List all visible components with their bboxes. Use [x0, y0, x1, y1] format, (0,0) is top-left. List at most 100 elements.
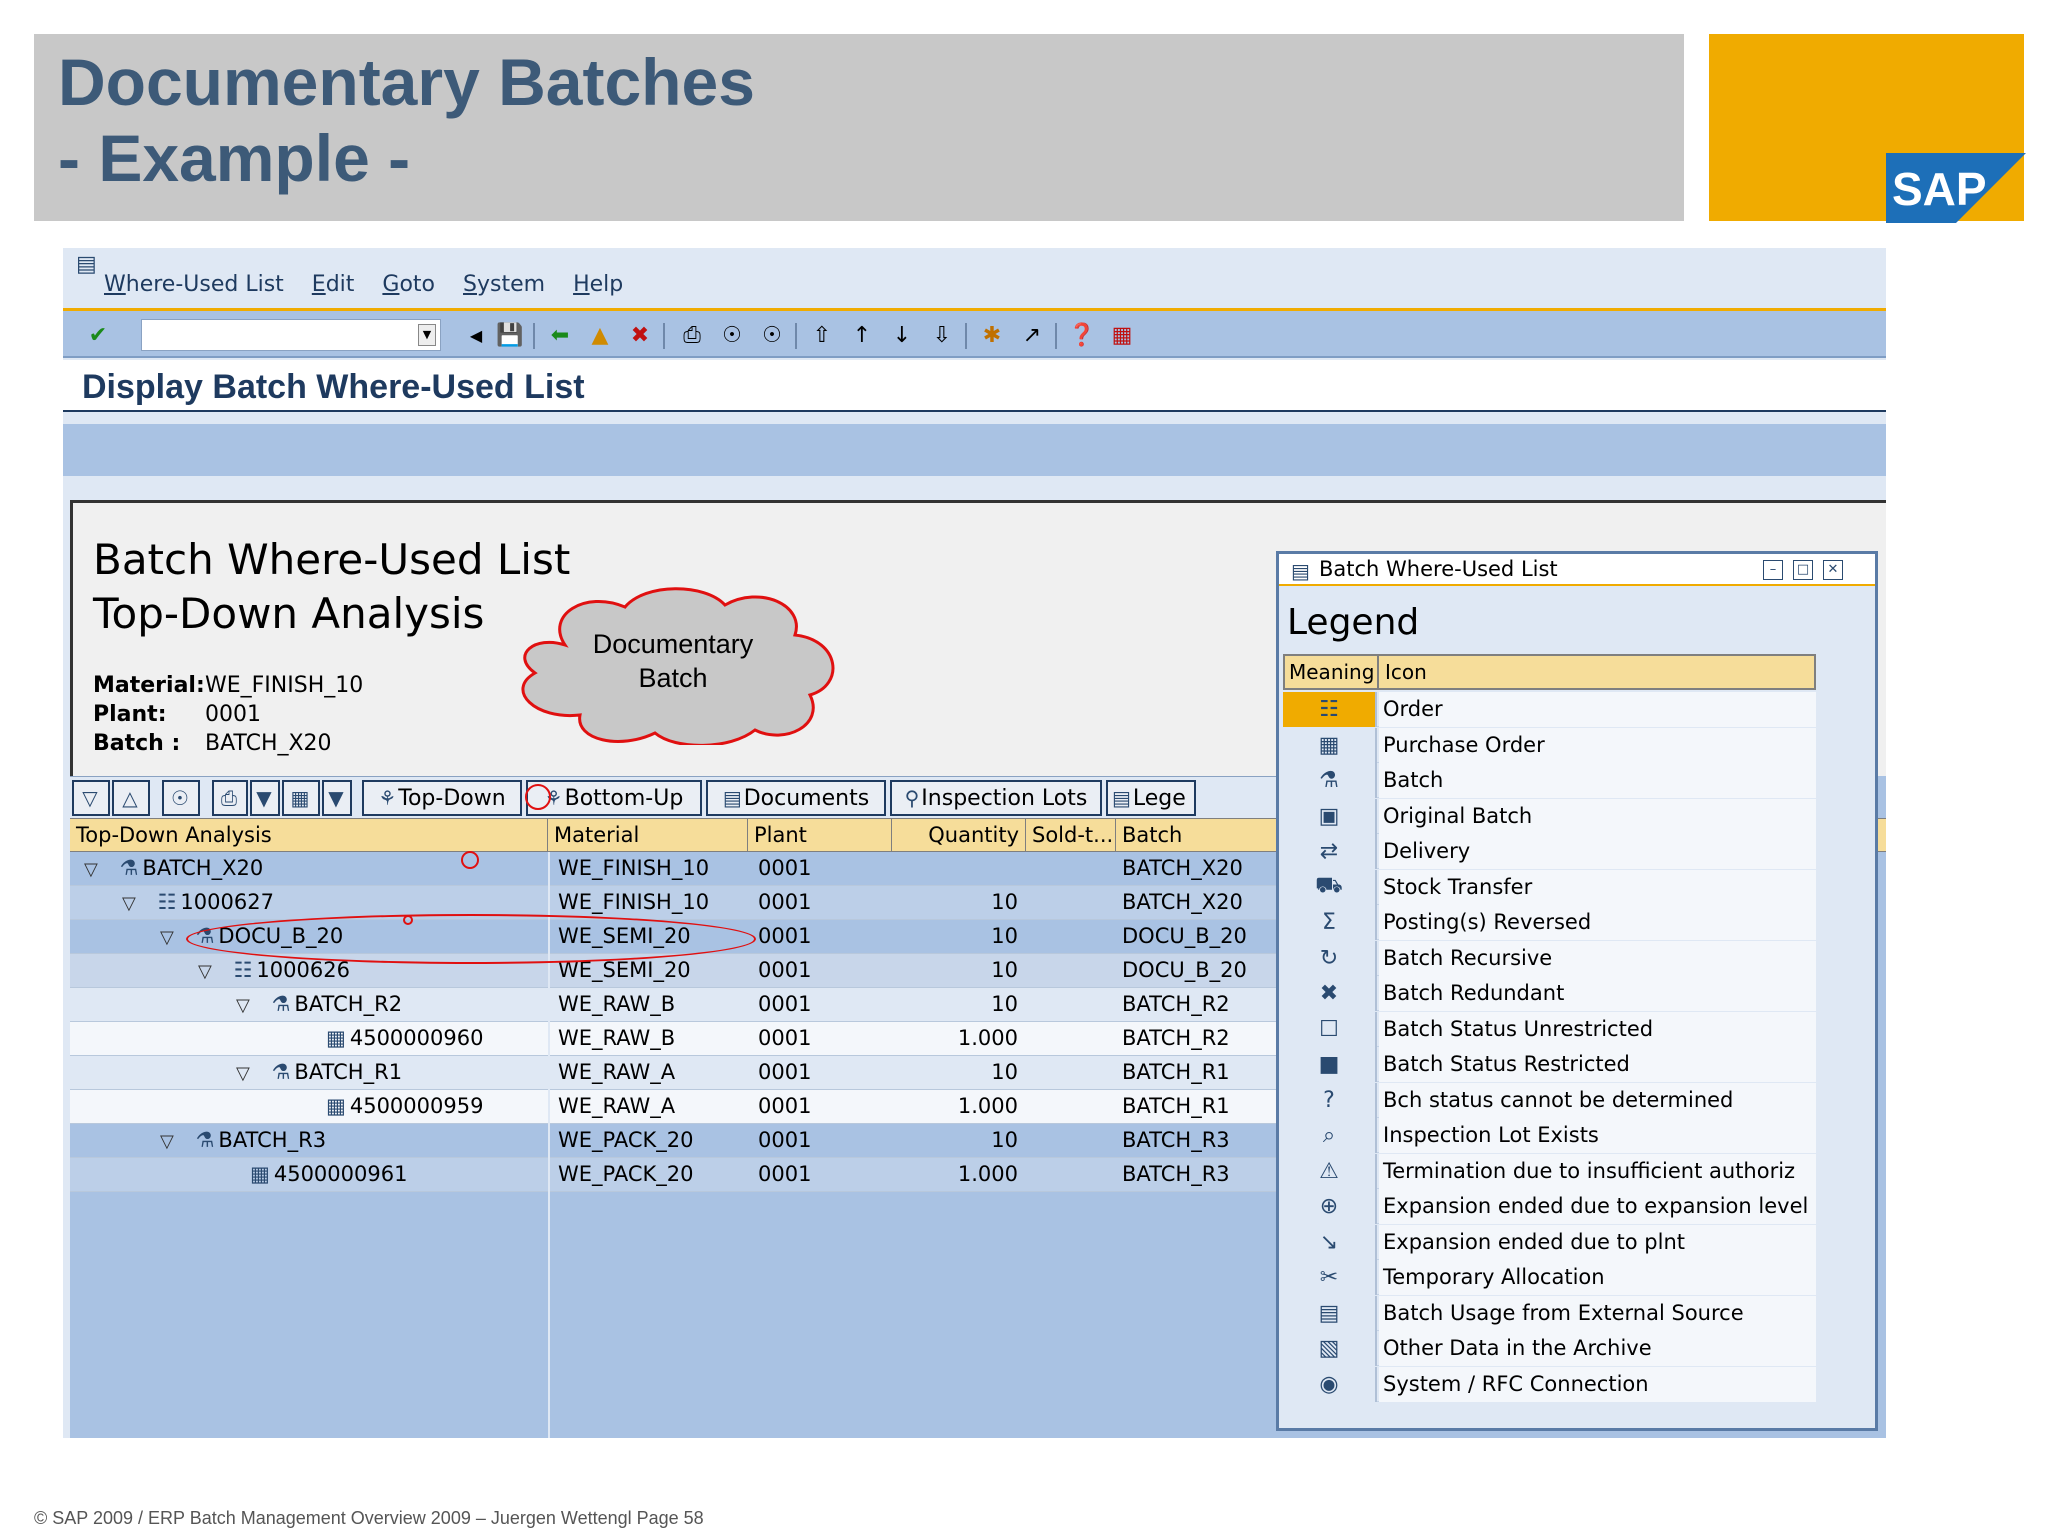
legend-row[interactable]: ▤ Batch Usage from External Source	[1283, 1295, 1816, 1331]
legend-col-meaning[interactable]: Meaning	[1285, 656, 1379, 688]
legend-row[interactable]: ⛟ Stock Transfer	[1283, 869, 1816, 905]
find-next-icon[interactable]: ☉	[757, 320, 787, 350]
legend-row[interactable]: ▦ Purchase Order	[1283, 727, 1816, 763]
cancel-icon[interactable]: ✖	[625, 320, 655, 350]
previous-page-icon[interactable]: ↑	[847, 320, 877, 350]
exit-icon[interactable]: ▲	[585, 320, 615, 350]
legend-row[interactable]: ✖ Batch Redundant	[1283, 976, 1816, 1011]
system-menu-icon[interactable]: ▤	[76, 252, 97, 277]
minimize-button[interactable]: –	[1763, 560, 1783, 580]
collapse-all-button[interactable]: △	[112, 780, 150, 816]
table-row[interactable]: ▽ ☷ 1000627 WE_FINISH_10 0001 10 BATCH_X20	[70, 886, 1335, 920]
create-session-icon[interactable]: ✱	[977, 320, 1007, 350]
next-page-icon[interactable]: ↓	[887, 320, 917, 350]
bottom-up-button[interactable]: ⚘ Bottom-Up	[526, 780, 702, 816]
legend-row[interactable]: ■ Batch Status Restricted	[1283, 1047, 1816, 1082]
plant-value: 0001	[205, 702, 261, 727]
legend-row[interactable]: ⚗ Batch	[1283, 763, 1816, 798]
expand-toggle-icon[interactable]: ▽	[160, 927, 180, 948]
menu-system[interactable]: System	[463, 272, 545, 297]
back-arrow-icon[interactable]: ◀	[461, 320, 491, 350]
legend-row[interactable]: ◉ System / RFC Connection	[1283, 1366, 1816, 1402]
column-header-material[interactable]: Material	[548, 819, 748, 852]
expand-all-button[interactable]: ▽	[72, 780, 110, 816]
locked-icon: ■	[1283, 1047, 1377, 1082]
expand-toggle-icon[interactable]: ▽	[236, 1063, 256, 1084]
expand-toggle-icon[interactable]: ▽	[198, 961, 218, 982]
legend-row[interactable]: ☐ Batch Status Unrestricted	[1283, 1011, 1816, 1047]
column-header-quantity[interactable]: Quantity	[892, 819, 1026, 852]
table-row[interactable]: ▦ 4500000961 WE_PACK_20 0001 1.000 BATCH_R3	[70, 1158, 1335, 1192]
expand-toggle-icon[interactable]: ▽	[236, 995, 256, 1016]
legend-button[interactable]: ▤ Lege	[1106, 780, 1196, 816]
column-header-plant[interactable]: Plant	[748, 819, 892, 852]
rfc-connection-icon: ◉	[1283, 1366, 1377, 1402]
legend-row[interactable]: ✂ Temporary Allocation	[1283, 1260, 1816, 1295]
first-page-icon[interactable]: ⇧	[807, 320, 837, 350]
column-header-sold-to[interactable]: Sold-t...	[1026, 819, 1116, 852]
find-button[interactable]: ☉	[162, 780, 200, 816]
table-row[interactable]: ▽ ⚗ BATCH_R2 WE_RAW_B 0001 10 BATCH_R2	[70, 988, 1335, 1022]
legend-row[interactable]: ? Bch status cannot be determined	[1283, 1082, 1816, 1118]
toolbar-separator	[795, 323, 797, 349]
command-dropdown-icon[interactable]: ▼	[418, 324, 436, 346]
top-down-button[interactable]: ⚘ Top-Down	[362, 780, 522, 816]
enter-icon[interactable]: ✔	[83, 320, 113, 350]
documents-button[interactable]: ▤ Documents	[706, 780, 886, 816]
inspection-icon: ⚲	[904, 786, 920, 810]
legend-col-icon[interactable]: Icon	[1381, 656, 1427, 688]
menu-help[interactable]: Help	[573, 272, 623, 297]
back-icon[interactable]: ⬅	[545, 320, 575, 350]
command-field[interactable]: ▼	[141, 319, 441, 351]
tree-node-cell[interactable]: ▽ ⚗ BATCH_R2	[230, 988, 402, 1021]
original-batch-icon: ▣	[1283, 798, 1377, 834]
save-icon[interactable]: 💾	[495, 320, 525, 350]
tree-node-cell[interactable]: ▽ ⚗ BATCH_R3	[154, 1124, 326, 1157]
legend-row[interactable]: ▧ Other Data in the Archive	[1283, 1331, 1816, 1366]
tree-node-cell[interactable]: ▽ ⚗ BATCH_X20	[78, 852, 263, 885]
expand-toggle-icon[interactable]: ▽	[160, 1131, 180, 1152]
print-icon[interactable]: ⎙	[677, 320, 707, 350]
tree-node-cell[interactable]: ▽ ⚗ BATCH_R1	[230, 1056, 402, 1089]
legend-row[interactable]: ⊕ Expansion ended due to expansion level	[1283, 1189, 1816, 1224]
quantity-cell: 10	[991, 924, 1018, 948]
legend-row[interactable]: ⚠ Termination due to insufficient authori…	[1283, 1153, 1816, 1189]
tree-node-cell[interactable]: ▦ 4500000960	[268, 1022, 483, 1055]
table-row[interactable]: ▽ ☷ 1000626 WE_SEMI_20 0001 10 DOCU_B_20	[70, 954, 1335, 988]
layout-button[interactable]: ▦	[282, 780, 320, 816]
legend-row[interactable]: ☷ Order	[1283, 692, 1816, 727]
legend-row[interactable]: Σ Posting(s) Reversed	[1283, 905, 1816, 940]
menu-where-used-list[interactable]: Where-Used List	[104, 272, 284, 297]
legend-row[interactable]: ⌕ Inspection Lot Exists	[1283, 1118, 1816, 1153]
table-row[interactable]: ▽ ⚗ BATCH_R1 WE_RAW_A 0001 10 BATCH_R1	[70, 1056, 1335, 1090]
help-icon[interactable]: ❓	[1067, 320, 1097, 350]
tree-node-cell[interactable]: ▽ ☷ 1000627	[116, 886, 274, 919]
menu-goto[interactable]: Goto	[382, 272, 435, 297]
find-icon[interactable]: ☉	[717, 320, 747, 350]
external-source-icon: ▤	[1283, 1295, 1377, 1331]
maximize-button[interactable]: □	[1793, 560, 1813, 580]
menu-edit[interactable]: Edit	[312, 272, 355, 297]
column-header-tree[interactable]: Top-Down Analysis	[70, 819, 548, 852]
last-page-icon[interactable]: ⇩	[927, 320, 957, 350]
table-row[interactable]: ▽ ⚗ BATCH_X20 WE_FINISH_10 0001 BATCH_X20	[70, 852, 1335, 886]
tree-node-cell[interactable]: ▦ 4500000961	[192, 1158, 407, 1191]
expand-toggle-icon[interactable]: ▽	[84, 859, 104, 880]
layout-dropdown[interactable]: ▼	[322, 780, 352, 816]
table-row[interactable]: ▽ ⚗ BATCH_R3 WE_PACK_20 0001 10 BATCH_R3	[70, 1124, 1335, 1158]
tree-node-cell[interactable]: ▦ 4500000959	[268, 1090, 483, 1123]
layout-icon[interactable]: ▦	[1107, 320, 1137, 350]
close-button[interactable]: ✕	[1823, 560, 1843, 580]
print-dropdown[interactable]: ▼	[250, 780, 280, 816]
print-button[interactable]: ⎙	[212, 780, 248, 816]
shortcut-icon[interactable]: ↗	[1017, 320, 1047, 350]
expand-toggle-icon[interactable]: ▽	[122, 893, 142, 914]
inspection-lots-button[interactable]: ⚲ Inspection Lots	[890, 780, 1102, 816]
legend-meaning: Batch Redundant	[1379, 976, 1816, 1011]
legend-row[interactable]: ▣ Original Batch	[1283, 798, 1816, 834]
legend-row[interactable]: ↘ Expansion ended due to plnt	[1283, 1224, 1816, 1260]
legend-row[interactable]: ⇄ Delivery	[1283, 834, 1816, 869]
table-row[interactable]: ▦ 4500000959 WE_RAW_A 0001 1.000 BATCH_R1	[70, 1090, 1335, 1124]
table-row[interactable]: ▦ 4500000960 WE_RAW_B 0001 1.000 BATCH_R2	[70, 1022, 1335, 1056]
legend-row[interactable]: ↻ Batch Recursive	[1283, 940, 1816, 976]
